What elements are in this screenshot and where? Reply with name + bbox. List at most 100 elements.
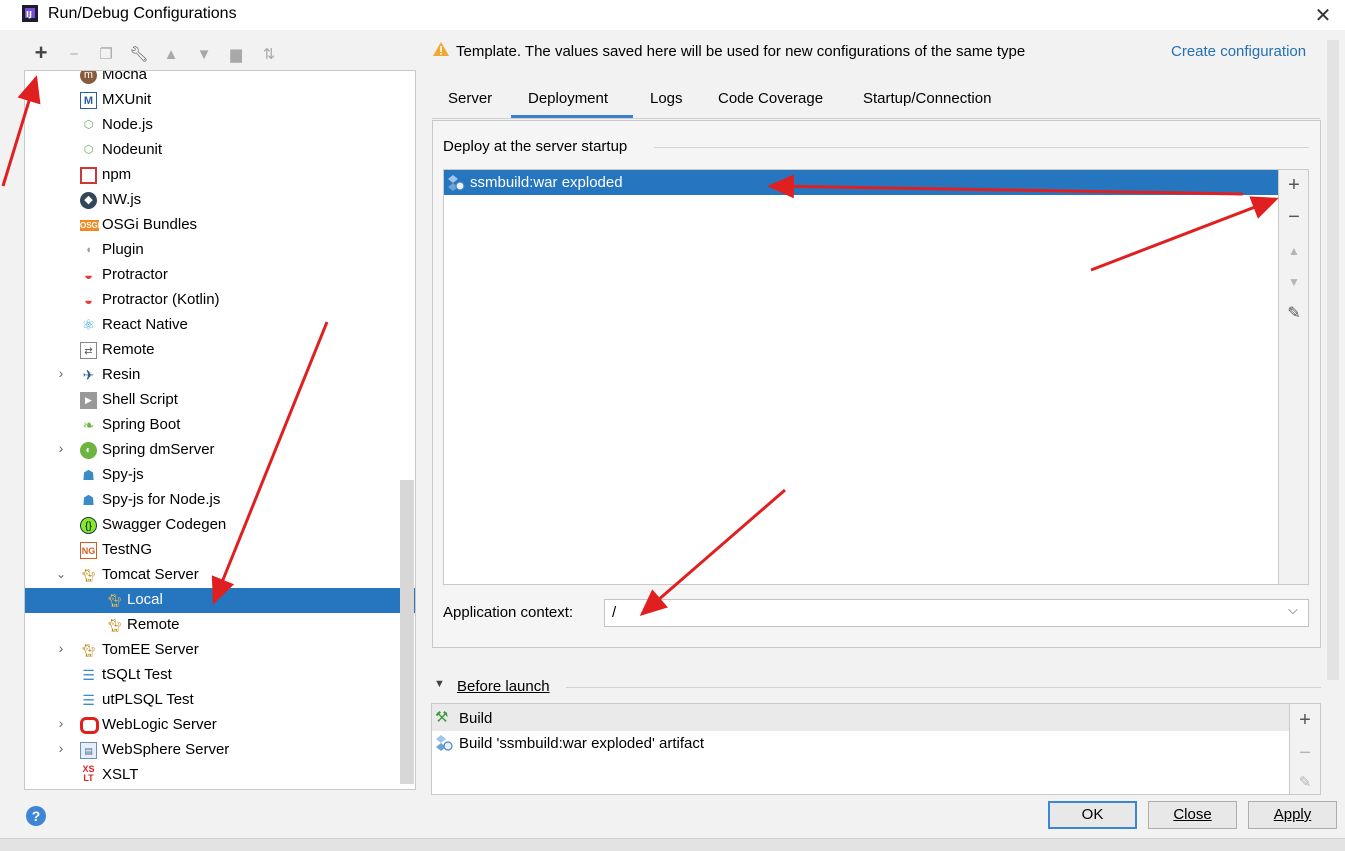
tree-item-tomcat-server[interactable]: ⌄ 🐈︎ Tomcat Server [25, 563, 415, 588]
tree-item-spring-boot[interactable]: ❧ Spring Boot [25, 413, 415, 438]
tree-item-nodejs[interactable]: ⬡ Node.js [25, 113, 415, 138]
tree-item-mxunit[interactable]: M MXUnit [25, 88, 415, 113]
move-up-icon[interactable]: ▲ [1283, 240, 1305, 262]
xslt-icon: XS LT [82, 764, 95, 783]
svg-text:IJ: IJ [26, 10, 32, 19]
tree-item-websphere-server[interactable]: › ▤ WebSphere Server [25, 738, 415, 763]
osgi-icon: OSGI [80, 220, 101, 231]
add-task-icon[interactable]: + [1294, 709, 1316, 731]
chevron-right-icon[interactable]: › [54, 440, 68, 456]
deployment-list[interactable] [443, 169, 1279, 585]
mxunit-icon: M [80, 92, 97, 109]
remove-deployment-icon[interactable]: − [1283, 206, 1305, 228]
protractor-icon: ◒ [83, 267, 94, 284]
protractor-icon: ◒ [83, 292, 94, 309]
tree-item-testng[interactable]: NG TestNG [25, 538, 415, 563]
tree-item-tsqlt-test[interactable]: ☰ tSQLt Test [25, 663, 415, 688]
group-divider [566, 687, 1321, 688]
move-down-icon[interactable]: ▼ [1283, 271, 1305, 293]
group-divider [654, 147, 1309, 148]
settings-scrollbar[interactable] [1327, 40, 1339, 680]
deployment-item-label: ssmbuild:war exploded [470, 174, 623, 191]
tree-item-react-native[interactable]: ⚛ React Native [25, 313, 415, 338]
tree-item-spy-js-node[interactable]: ☗ Spy-js for Node.js [25, 488, 415, 513]
shell-icon: ▶ [80, 392, 97, 409]
move-down-icon[interactable]: ▼ [193, 44, 215, 66]
tree-item-xslt[interactable]: XS LT XSLT [25, 763, 415, 788]
configuration-tree[interactable]: m Mocha M MXUnit ⬡ Node.js ⬡ Nodeunit np… [24, 70, 416, 790]
tree-item-protractor-kotlin[interactable]: ◒ Protractor (Kotlin) [25, 288, 415, 313]
tomcat-icon: 🐈︎ [106, 593, 123, 608]
tree-item-spy-js[interactable]: ☗ Spy-js [25, 463, 415, 488]
tree-item-remote[interactable]: ⇄ Remote [25, 338, 415, 363]
copy-configuration-icon[interactable]: ❐ [95, 44, 117, 66]
tree-item-utplsql-test[interactable]: ☰ utPLSQL Test [25, 688, 415, 713]
before-launch-label: Build [459, 710, 493, 727]
tab-server[interactable]: Server [448, 90, 492, 107]
application-context-input[interactable] [604, 599, 1309, 627]
new-folder-icon[interactable]: ▆ [225, 44, 247, 66]
deploy-group-title: Deploy at the server startup [443, 138, 628, 155]
edit-pencil-icon[interactable]: ✎ [1294, 772, 1316, 794]
tree-item-weblogic-server[interactable]: › WebLogic Server [25, 713, 415, 738]
tree-scrollbar[interactable] [400, 480, 414, 784]
remove-configuration-icon[interactable]: − [63, 44, 85, 66]
tree-item-tomcat-local[interactable]: 🐈︎ Local [25, 588, 415, 613]
deployment-side-toolbar [1279, 169, 1309, 585]
tree-item-mocha[interactable]: m Mocha [25, 71, 415, 88]
spy-icon: ☗ [82, 492, 95, 508]
tree-item-shell-script[interactable]: ▶ Shell Script [25, 388, 415, 413]
chevron-right-icon[interactable]: › [54, 365, 68, 381]
testng-icon: NG [80, 542, 97, 559]
tomcat-icon: 🐈︎ [80, 568, 97, 583]
tree-item-tomee-server[interactable]: › 🐈︎ TomEE Server [25, 638, 415, 663]
npm-icon [80, 167, 97, 184]
tree-item-npm[interactable]: npm [25, 163, 415, 188]
tree-item-tomcat-remote[interactable]: 🐈︎ Remote [25, 613, 415, 638]
collapse-triangle-icon[interactable]: ▼ [434, 678, 445, 690]
remote-icon: ⇄ [80, 342, 97, 359]
ok-button[interactable]: OK [1048, 801, 1137, 829]
close-button[interactable]: Close [1148, 801, 1237, 829]
artifact-icon [448, 175, 465, 191]
move-up-icon[interactable]: ▲ [160, 44, 182, 66]
tree-item-nwjs[interactable]: ◆ NW.js [25, 188, 415, 213]
chevron-right-icon[interactable]: › [54, 715, 68, 731]
nodejs-icon: ⬡ [83, 119, 94, 131]
tree-item-nodeunit[interactable]: ⬡ Nodeunit [25, 138, 415, 163]
chevron-right-icon[interactable]: › [54, 740, 68, 756]
tab-code-coverage[interactable]: Code Coverage [718, 90, 823, 107]
resin-icon: ✈ [82, 367, 95, 383]
chevron-down-icon[interactable]: ⌵ [1288, 602, 1298, 618]
close-window-icon[interactable]: ✕ [1312, 3, 1334, 28]
before-launch-item-build[interactable] [432, 704, 1289, 731]
spy-icon: ☗ [82, 467, 95, 483]
tabs-divider [432, 118, 1320, 119]
tree-item-protractor[interactable]: ◒ Protractor [25, 263, 415, 288]
react-icon: ⚛ [81, 317, 96, 334]
wrench-icon[interactable]: 🔧︎ [128, 44, 150, 66]
edit-pencil-icon[interactable]: ✎ [1283, 303, 1305, 325]
apply-button-label: Apply [1273, 806, 1312, 823]
tree-item-resin[interactable]: › ✈ Resin [25, 363, 415, 388]
apply-button[interactable]: Apply [1248, 801, 1337, 829]
before-launch-label: Build 'ssmbuild:war exploded' artifact [459, 735, 705, 752]
websphere-icon: ▤ [80, 742, 97, 759]
chevron-down-icon[interactable]: ⌄ [54, 567, 68, 581]
tree-item-osgi-bundles[interactable]: OSGI OSGi Bundles [25, 213, 415, 238]
help-icon[interactable]: ? [26, 806, 46, 826]
sort-icon[interactable]: ⇅ [258, 44, 280, 66]
tomcat-icon: 🐈︎ [80, 643, 97, 658]
add-deployment-icon[interactable]: + [1283, 174, 1305, 196]
tab-startup-connection[interactable]: Startup/Connection [863, 90, 991, 107]
remove-task-icon[interactable]: − [1294, 742, 1316, 764]
database-icon: ☰ [82, 667, 95, 683]
tree-item-swagger-codegen[interactable]: {} Swagger Codegen [25, 513, 415, 538]
tab-deployment[interactable]: Deployment [528, 90, 608, 107]
tree-item-spring-dmserver[interactable]: › ◐ Spring dmServer [25, 438, 415, 463]
create-configuration-link[interactable]: Create configuration [1171, 43, 1306, 60]
tree-item-plugin[interactable]: ◖ Plugin [25, 238, 415, 263]
add-configuration-icon[interactable]: + [30, 42, 52, 64]
tab-logs[interactable]: Logs [650, 90, 683, 107]
chevron-right-icon[interactable]: › [54, 640, 68, 656]
